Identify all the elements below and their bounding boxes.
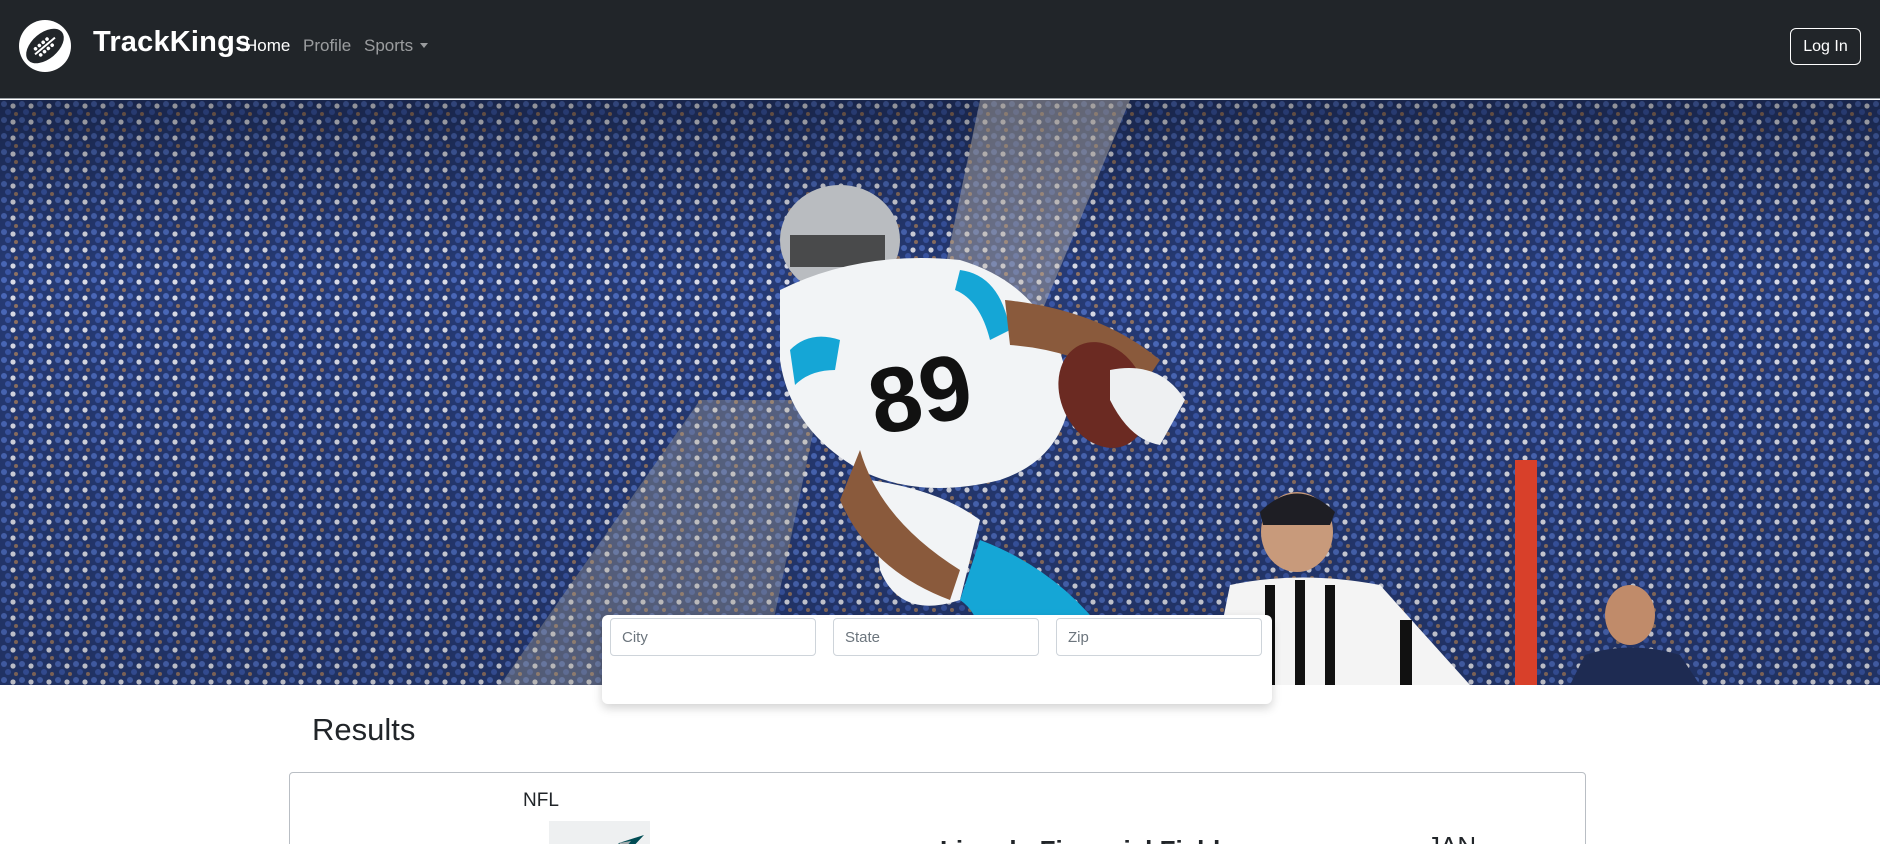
- brand-name[interactable]: TrackKings: [93, 26, 251, 59]
- login-button[interactable]: Log In: [1790, 28, 1861, 65]
- result-venue: Lincoln Financial Field: [940, 835, 1220, 844]
- eagles-logo-icon: [549, 821, 650, 844]
- result-league: NFL: [523, 790, 559, 811]
- hero-image: 89: [0, 100, 1880, 685]
- caret-down-icon: [420, 43, 429, 48]
- state-input[interactable]: [833, 618, 1039, 656]
- nav-sports-label: Sports: [364, 36, 414, 55]
- result-card[interactable]: NFL Lincoln Financial Field JAN: [289, 772, 1586, 844]
- result-month: JAN: [1427, 831, 1476, 844]
- navbar: TrackKings Home Profile Sports Log In: [0, 0, 1880, 99]
- nav-profile[interactable]: Profile: [303, 36, 351, 56]
- svg-text:89: 89: [860, 334, 981, 455]
- hero-banner: 89: [0, 100, 1880, 685]
- results-title: Results: [312, 712, 416, 747]
- nav-home[interactable]: Home: [245, 36, 290, 56]
- nav-sports-dropdown[interactable]: Sports: [364, 36, 429, 56]
- city-input[interactable]: [610, 618, 816, 656]
- football-icon[interactable]: [18, 19, 72, 73]
- zip-input[interactable]: [1056, 618, 1262, 656]
